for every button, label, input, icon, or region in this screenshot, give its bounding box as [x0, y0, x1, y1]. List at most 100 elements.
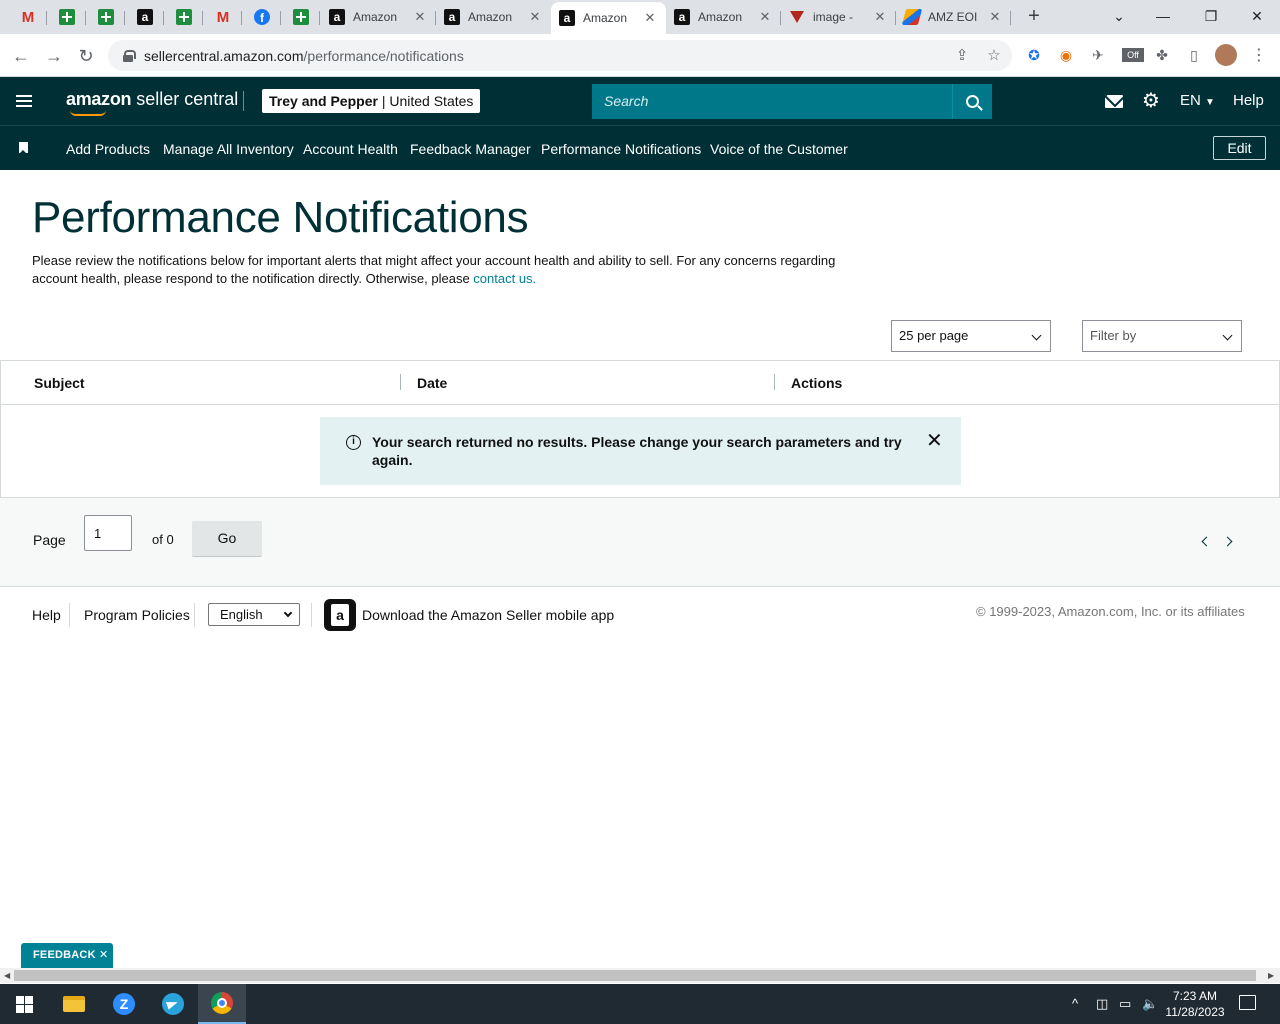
amazon-icon: a [329, 9, 345, 25]
file-explorer-button[interactable] [50, 984, 98, 1024]
seller-central-logo[interactable]: amazon seller central [66, 89, 238, 116]
tab-image[interactable]: image - ✕ [781, 3, 896, 31]
tab-sheets[interactable] [282, 3, 320, 31]
page-number-input[interactable]: 1 [84, 515, 132, 551]
chevron-left-icon[interactable] [1201, 536, 1212, 547]
extension-off-icon[interactable]: Off [1122, 48, 1144, 62]
column-actions: Actions [791, 375, 843, 391]
tab-search-icon[interactable]: ⌄ [1104, 4, 1134, 28]
close-window-button[interactable]: ✕ [1242, 4, 1272, 28]
page-label: Page [33, 532, 66, 548]
account-switcher[interactable]: Trey and Pepper | United States [262, 89, 481, 113]
notification-center-icon[interactable] [1239, 995, 1256, 1010]
scrollbar-thumb[interactable] [14, 970, 1256, 981]
tab-amazon[interactable]: a Amazon ✕ [666, 3, 781, 31]
profile-avatar[interactable] [1215, 44, 1237, 66]
tab-facebook[interactable]: f [243, 3, 281, 31]
close-tab-icon[interactable]: ✕ [527, 9, 543, 25]
close-tab-icon[interactable]: ✕ [642, 10, 658, 26]
nav-performance-notifications[interactable]: Performance Notifications [541, 141, 701, 157]
chevron-right-icon[interactable] [1222, 536, 1233, 547]
meet-now-icon[interactable]: ◫ [1096, 996, 1108, 1012]
page-count-label: of 0 [152, 532, 174, 547]
close-tab-icon[interactable]: ✕ [987, 9, 1003, 25]
bookmark-star-icon[interactable]: ☆ [984, 46, 1004, 66]
puzzle-icon[interactable]: ✤ [1152, 45, 1172, 65]
gear-icon[interactable]: ⚙ [1142, 91, 1160, 111]
back-button[interactable]: ← [8, 43, 34, 69]
tab-amazon[interactable]: a Amazon ✕ [321, 3, 436, 31]
tab-sheets[interactable] [87, 3, 125, 31]
chrome-icon [211, 992, 233, 1014]
bookmark-icon[interactable] [19, 142, 28, 154]
contact-us-link[interactable]: contact us. [473, 271, 536, 286]
divider [243, 91, 244, 111]
nav-manage-inventory[interactable]: Manage All Inventory [163, 141, 294, 157]
tab-amazon[interactable]: a Amazon ✕ [436, 3, 551, 31]
language-dropdown[interactable]: English [208, 603, 300, 626]
per-page-select[interactable]: 25 per page [891, 320, 1051, 352]
amazon-icon: a [559, 10, 575, 26]
mail-icon[interactable] [1105, 95, 1123, 108]
volume-icon[interactable]: 🔈 [1142, 996, 1158, 1012]
footer-help-link[interactable]: Help [32, 607, 61, 623]
side-panel-icon[interactable]: ▯ [1184, 45, 1204, 65]
tab-amazon[interactable]: a [126, 3, 164, 31]
column-date[interactable]: Date [417, 375, 447, 391]
extension-icon[interactable]: ✈ [1088, 45, 1108, 65]
tab-gmail[interactable]: M [204, 3, 242, 31]
share-icon[interactable]: ⇪ [952, 46, 972, 66]
help-link[interactable]: Help [1233, 92, 1264, 109]
filter-select[interactable]: Filter by [1082, 320, 1242, 352]
horizontal-scrollbar[interactable]: ◀ ▶ [0, 968, 1280, 983]
sheets-icon [176, 9, 192, 25]
intro-text: Please review the notifications below fo… [32, 253, 836, 286]
system-clock[interactable]: 7:23 AM 11/28/2023 [1160, 988, 1230, 1020]
close-tab-icon[interactable]: ✕ [757, 9, 773, 25]
chrome-button[interactable] [198, 984, 246, 1024]
search-button[interactable] [952, 84, 992, 119]
start-button[interactable] [0, 984, 48, 1024]
column-subject[interactable]: Subject [34, 375, 85, 391]
close-icon[interactable]: ✕ [926, 431, 943, 451]
close-tab-icon[interactable]: ✕ [872, 9, 888, 25]
zoom-button[interactable]: Z [100, 984, 148, 1024]
reload-button[interactable]: ↻ [73, 43, 99, 69]
nav-add-products[interactable]: Add Products [66, 141, 150, 157]
copyright-text: © 1999-2023, Amazon.com, Inc. or its aff… [976, 604, 1245, 619]
forward-button[interactable]: → [41, 43, 67, 69]
download-app-link[interactable]: Download the Amazon Seller mobile app [362, 607, 614, 623]
tab-amz-eoi[interactable]: AMZ EOI ✕ [896, 3, 1011, 31]
nav-voice-of-customer[interactable]: Voice of the Customer [710, 141, 848, 157]
search-input[interactable]: Search [592, 84, 952, 119]
info-icon: i [346, 435, 361, 450]
tab-amazon-active[interactable]: a Amazon ✕ [551, 2, 666, 34]
close-tab-icon[interactable]: ✕ [412, 9, 428, 25]
tab-sheets[interactable] [165, 3, 203, 31]
url-bar[interactable]: sellercentral.amazon.com/performance/not… [108, 40, 1012, 71]
tab-sheets[interactable] [48, 3, 86, 31]
language-selector[interactable]: EN ▼ [1180, 92, 1215, 109]
restore-button[interactable]: ❐ [1196, 4, 1226, 28]
extension-icon[interactable]: ◉ [1056, 45, 1076, 65]
tab-title: image - [813, 10, 854, 24]
menu-kebab-icon[interactable]: ⋮ [1249, 45, 1269, 65]
lock-icon[interactable] [122, 49, 136, 62]
nav-account-health[interactable]: Account Health [303, 141, 398, 157]
program-policies-link[interactable]: Program Policies [84, 607, 190, 623]
new-tab-button[interactable]: + [1022, 5, 1046, 29]
network-icon[interactable]: ▭ [1119, 996, 1131, 1012]
sheets-icon [293, 9, 309, 25]
edit-button[interactable]: Edit [1213, 136, 1266, 160]
show-hidden-icons[interactable]: ^ [1072, 996, 1078, 1011]
nav-feedback-manager[interactable]: Feedback Manager [410, 141, 531, 157]
tab-gmail[interactable]: M [9, 3, 47, 31]
minimize-button[interactable]: — [1148, 4, 1178, 28]
feedback-button[interactable]: FEEDBACK ✕ [21, 943, 113, 968]
hamburger-menu-icon[interactable] [16, 95, 32, 107]
extension-icon[interactable]: ✪ [1024, 45, 1044, 65]
go-button[interactable]: Go [192, 521, 262, 557]
sheets-icon [98, 9, 114, 25]
telegram-button[interactable] [149, 984, 197, 1024]
amazon-app-icon[interactable]: a [324, 599, 356, 631]
